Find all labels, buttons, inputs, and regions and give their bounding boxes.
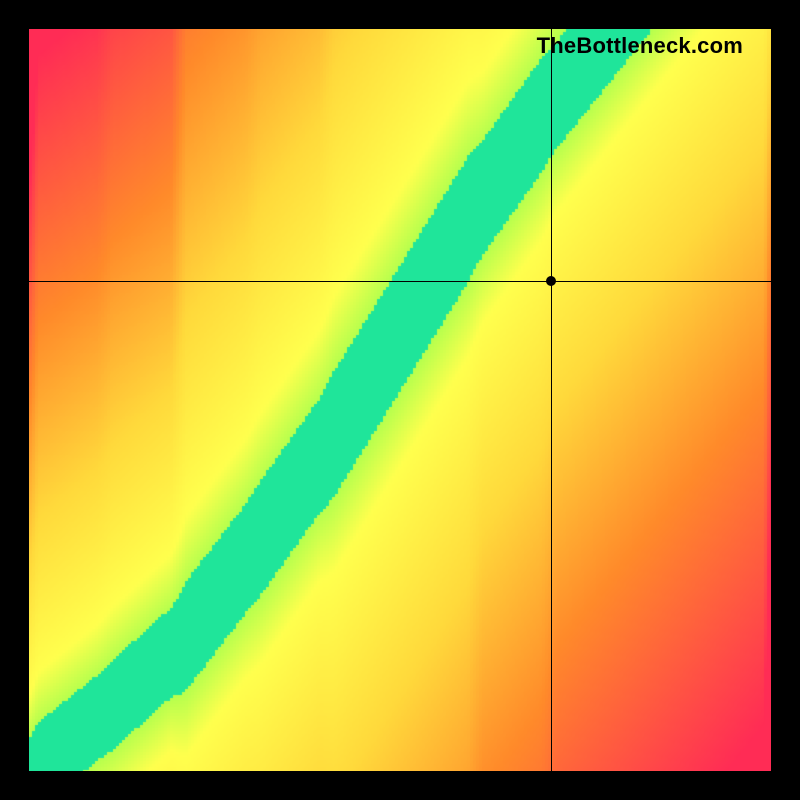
heatmap-canvas [29,29,771,771]
bottleneck-chart: TheBottleneck.com [0,0,800,800]
watermark-text: TheBottleneck.com [537,33,743,59]
plot-area: TheBottleneck.com [29,29,771,771]
crosshair-horizontal [29,281,771,282]
crosshair-vertical [551,29,552,771]
crosshair-marker [546,276,556,286]
